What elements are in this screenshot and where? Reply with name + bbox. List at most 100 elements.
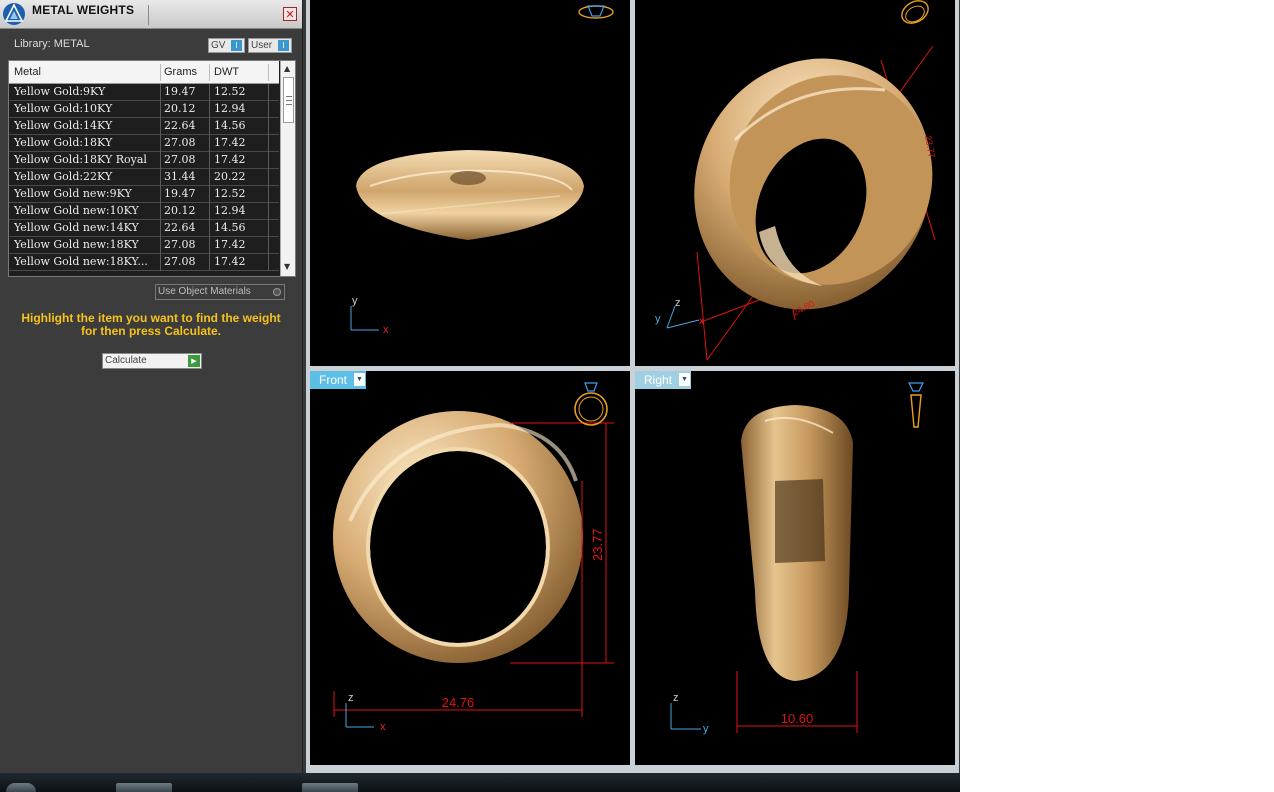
tab-front-view[interactable]: Front ▼ [310, 371, 366, 389]
grams-cell: 22.64 [164, 221, 196, 234]
column-header-metal[interactable]: Metal [14, 66, 41, 78]
axis-label-y: y [655, 313, 661, 325]
table-row[interactable]: Yellow Gold:14KY 22.64 14.56 [9, 118, 279, 135]
chevron-down-icon[interactable]: ▼ [679, 373, 690, 386]
scroll-up-icon[interactable]: ▲ [284, 64, 290, 73]
column-divider [268, 220, 269, 237]
dwt-cell: 17.42 [214, 238, 246, 251]
column-divider [268, 135, 269, 152]
table-row[interactable]: Yellow Gold:10KY 20.12 12.94 [9, 101, 279, 118]
axis-label-z: z [675, 297, 681, 309]
table-row[interactable]: Yellow Gold new:10KY 20.12 12.94 [9, 203, 279, 220]
column-divider [160, 84, 161, 101]
table-row[interactable]: Yellow Gold:9KY 19.47 12.52 [9, 84, 279, 101]
dwt-cell: 14.56 [214, 221, 246, 234]
axis-label-y: y [352, 295, 358, 307]
column-divider [209, 220, 210, 237]
scroll-down-icon[interactable]: ▼ [284, 262, 290, 271]
column-divider [268, 254, 269, 271]
view-cube-perspective-icon [901, 0, 929, 24]
instruction-line-2: for then press Calculate. [80, 324, 222, 338]
viewport-top[interactable]: y x [310, 0, 630, 366]
viewport-perspective[interactable]: 24.60 23.77 z y x [635, 0, 955, 366]
table-row[interactable]: Yellow Gold new:14KY 22.64 14.56 [9, 220, 279, 237]
column-divider [209, 101, 210, 118]
dwt-cell: 12.94 [214, 204, 246, 217]
table-row[interactable]: Yellow Gold:22KY 31.44 20.22 [9, 169, 279, 186]
metal-weights-panel: METAL WEIGHTS ✕ Library: METAL GV I User… [0, 0, 303, 773]
close-icon[interactable]: ✕ [283, 7, 297, 21]
grams-cell: 27.08 [164, 153, 196, 166]
dimension-label-width: 10.60 [781, 711, 814, 726]
gv-toggle-label: GV [211, 40, 226, 51]
metal-cell: Yellow Gold:18KY Royal [14, 153, 147, 166]
viewport-front-canvas: 24.76 23.77 z x [333, 382, 614, 733]
metal-cell: Yellow Gold:18KY [14, 136, 113, 149]
start-button-icon[interactable] [6, 783, 36, 792]
use-object-materials-option[interactable]: Use Object Materials [155, 284, 285, 300]
column-header-dwt[interactable]: DWT [214, 66, 239, 78]
metal-cell: Yellow Gold new:18KY [14, 238, 139, 251]
gv-toggle[interactable]: GV I [208, 38, 245, 53]
column-divider [268, 186, 269, 203]
calculate-button[interactable]: Calculate ▶ [102, 353, 202, 369]
metal-cell: Yellow Gold new:10KY [14, 204, 139, 217]
axis-label-x: x [383, 324, 389, 336]
application-window: METAL WEIGHTS ✕ Library: METAL GV I User… [0, 0, 960, 792]
metal-cell: Yellow Gold:9KY [14, 85, 106, 98]
metal-cell: Yellow Gold:14KY [14, 119, 113, 132]
viewport-right[interactable]: 10.60 z y Right ▼ [635, 371, 955, 765]
table-row[interactable]: Yellow Gold new:18KY 27.08 17.42 [9, 237, 279, 254]
column-divider [160, 64, 161, 81]
view-cube-front-icon [574, 382, 608, 426]
column-divider [160, 186, 161, 203]
grams-cell: 20.12 [164, 102, 196, 115]
column-divider [160, 237, 161, 254]
column-divider [209, 64, 210, 81]
ring-right-view [741, 405, 853, 681]
matrix-logo-icon [3, 3, 25, 25]
table-row[interactable]: Yellow Gold:18KY Royal 27.08 17.42 [9, 152, 279, 169]
column-divider [209, 84, 210, 101]
play-arrow-icon: ▶ [188, 355, 200, 367]
scroll-thumb[interactable] [283, 77, 294, 123]
column-divider [209, 186, 210, 203]
axis-label-z: z [348, 692, 354, 704]
column-divider [160, 203, 161, 220]
dwt-cell: 20.22 [214, 170, 246, 183]
metal-cell: Yellow Gold:22KY [14, 170, 113, 183]
library-label: Library: METAL [14, 38, 90, 50]
viewport-right-canvas: 10.60 z y [670, 382, 924, 735]
viewport-front[interactable]: 24.76 23.77 z x Front ▼ [310, 371, 630, 765]
ring-top-view [356, 150, 584, 240]
metal-cell: Yellow Gold:10KY [14, 102, 113, 115]
ring-perspective-view [694, 58, 933, 310]
dimension-label-width: 24.76 [442, 695, 475, 710]
grams-cell: 22.64 [164, 119, 196, 132]
column-header-grams[interactable]: Grams [164, 66, 197, 78]
tab-right-view[interactable]: Right ▼ [635, 371, 691, 389]
column-divider [268, 64, 269, 81]
column-divider [209, 254, 210, 271]
table-row[interactable]: Yellow Gold:18KY 27.08 17.42 [9, 135, 279, 152]
taskbar-item[interactable] [116, 783, 172, 792]
table-scrollbar[interactable]: ▲ ▼ [280, 61, 295, 276]
grams-cell: 19.47 [164, 85, 196, 98]
grams-cell: 19.47 [164, 187, 196, 200]
tab-right-label: Right [644, 373, 673, 387]
metal-cell: Yellow Gold new:9KY [14, 187, 132, 200]
panel-titlebar: METAL WEIGHTS ✕ [0, 0, 302, 29]
chevron-down-icon[interactable]: ▼ [354, 373, 365, 386]
taskbar-item[interactable] [302, 783, 358, 792]
table-row[interactable]: Yellow Gold new:9KY 19.47 12.52 [9, 186, 279, 203]
column-divider [209, 135, 210, 152]
axis-label-z: z [673, 692, 679, 704]
table-row[interactable]: Yellow Gold new:18KY... 27.08 17.42 [9, 254, 279, 271]
user-toggle-label: User [251, 40, 273, 51]
metal-cell: Yellow Gold new:18KY... [14, 255, 148, 268]
column-divider [209, 118, 210, 135]
user-toggle[interactable]: User I [248, 38, 292, 53]
column-divider [268, 118, 269, 135]
radio-icon[interactable] [273, 288, 281, 296]
toggle-switch-icon: I [231, 40, 242, 51]
